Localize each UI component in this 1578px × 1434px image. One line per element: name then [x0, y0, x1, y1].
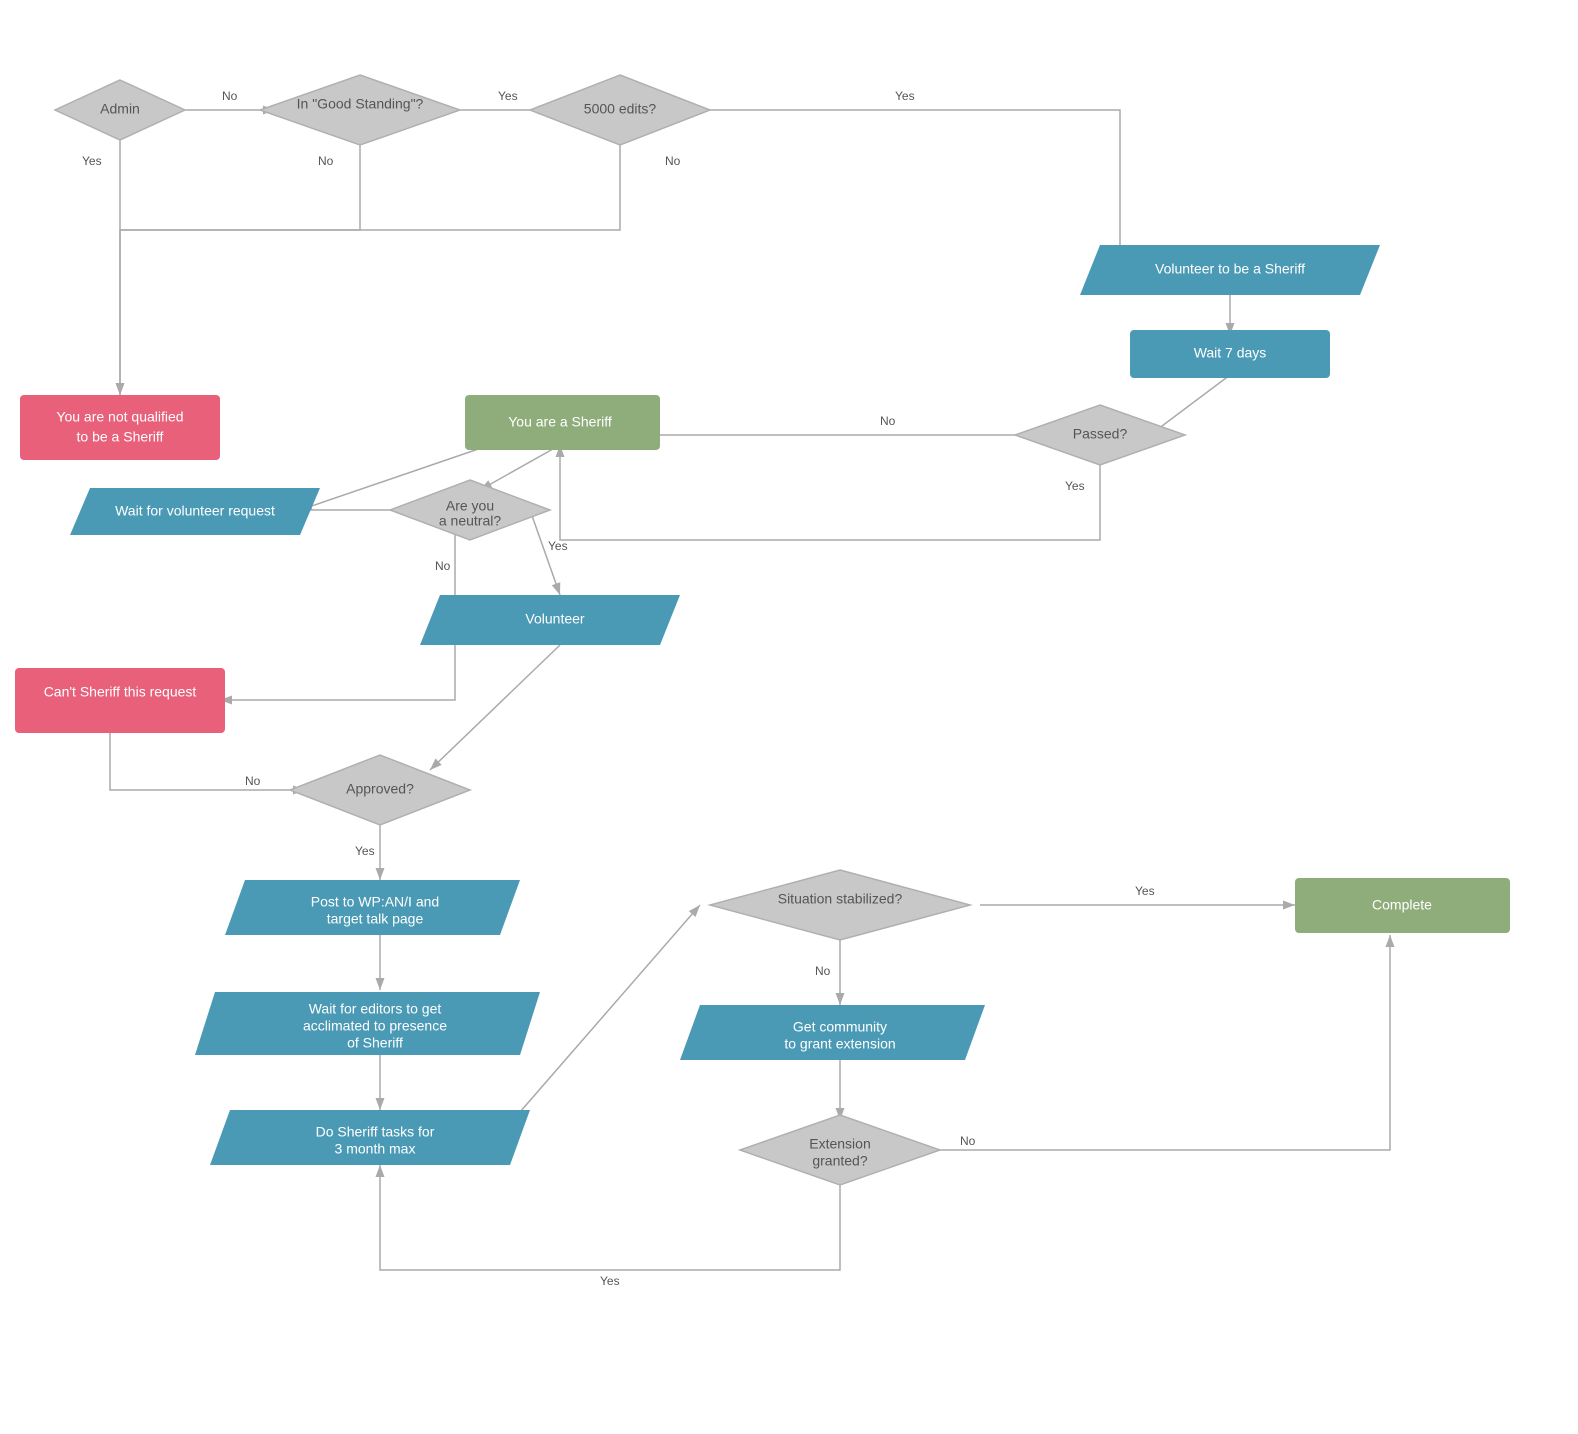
arrow-standing-no [120, 140, 360, 395]
arrow-passed-yes [560, 445, 1100, 540]
arrow-edits-no [120, 140, 620, 230]
get-community-label2: to grant extension [784, 1036, 895, 1052]
arrow-edits-yes [700, 110, 1120, 265]
neutral-label2: a neutral? [439, 513, 501, 529]
arrow-sheriff-neutral [480, 445, 560, 490]
wait-editors-label1: Wait for editors to get [309, 1001, 442, 1017]
passed-label: Passed? [1073, 426, 1128, 442]
label-edits-no: No [665, 154, 681, 168]
do-sheriff-label1: Do Sheriff tasks for [316, 1124, 435, 1140]
complete-label: Complete [1372, 897, 1432, 913]
neutral-label1: Are you [446, 498, 494, 514]
label-neutral-no: No [435, 559, 451, 573]
cant-sheriff-rect [15, 668, 225, 733]
not-qualified-label1: You are not qualified [56, 409, 183, 425]
wait-volunteer-label: Wait for volunteer request [115, 503, 275, 519]
approved-label: Approved? [346, 781, 414, 797]
label-admin-yes: Yes [82, 154, 102, 168]
label-admin-no: No [222, 89, 238, 103]
wait-editors-label2: acclimated to presence [303, 1018, 447, 1034]
post-wp-label2: target talk page [327, 911, 424, 927]
arrow-neutral-no [220, 535, 455, 700]
edits-label: 5000 edits? [584, 101, 657, 117]
not-qualified-rect [20, 395, 220, 460]
volunteer2-label: Volunteer [525, 611, 584, 627]
label-standing-yes: Yes [498, 89, 518, 103]
arrow-extension-yes [380, 1165, 840, 1270]
label-situation-no: No [815, 964, 831, 978]
arrow-extension-no [900, 935, 1390, 1150]
you-are-sheriff-label: You are a Sheriff [508, 414, 612, 430]
volunteer-sheriff-label: Volunteer to be a Sheriff [1155, 261, 1305, 277]
situation-label1: Situation stabilized? [778, 891, 903, 907]
label-approved-yes: Yes [355, 844, 375, 858]
post-wp-label1: Post to WP:AN/I and [311, 894, 439, 910]
label-situation-yes: Yes [1135, 884, 1155, 898]
label-neutral-yes: Yes [548, 539, 568, 553]
admin-label: Admin [100, 101, 140, 117]
label-standing-no: No [318, 154, 334, 168]
extension-label1: Extension [809, 1136, 870, 1152]
arrow-volunteer-approved [430, 645, 560, 770]
label-extension-yes: Yes [600, 1274, 620, 1288]
label-passed-yes: Yes [1065, 479, 1085, 493]
not-qualified-label2: to be a Sheriff [77, 429, 164, 445]
wait7-label: Wait 7 days [1194, 345, 1267, 361]
label-extension-no: No [960, 1134, 976, 1148]
good-standing-label: In "Good Standing"? [297, 96, 424, 112]
wait-editors-label3: of Sheriff [347, 1035, 403, 1051]
label-edits-yes: Yes [895, 89, 915, 103]
arrow-cants-approved [110, 730, 305, 790]
cant-sheriff-label1: Can't Sheriff this request [44, 684, 197, 700]
get-community-label1: Get community [793, 1019, 887, 1035]
label-passed-no: No [880, 414, 896, 428]
arrow-wait-passed [1150, 375, 1230, 435]
extension-label2: granted? [812, 1153, 867, 1169]
do-sheriff-label2: 3 month max [335, 1141, 416, 1157]
label-approved-no: No [245, 774, 261, 788]
